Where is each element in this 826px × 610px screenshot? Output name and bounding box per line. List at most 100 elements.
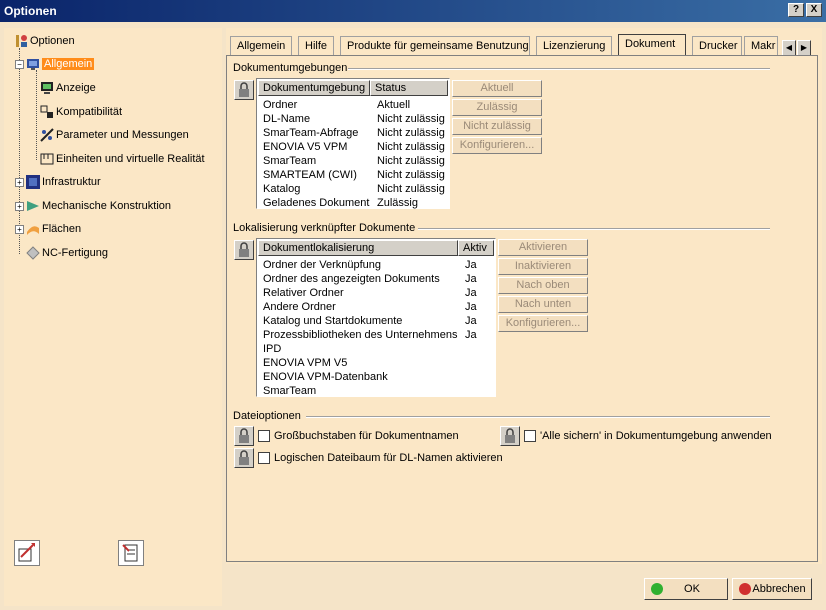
env-cell[interactable]: DL-Name — [263, 112, 310, 126]
loc-cell[interactable]: Andere Ordner — [263, 300, 336, 314]
tree-connector — [36, 70, 37, 160]
env-cell[interactable]: Katalog — [263, 182, 300, 196]
tree-label-optionen: Optionen — [30, 35, 75, 47]
tree-item-kompatibilitaet[interactable]: Kompatibilität — [40, 103, 122, 121]
loc-cell[interactable]: Ordner der Verknüpfung — [263, 258, 381, 272]
tree-item-allgemein[interactable]: Allgemein — [26, 55, 95, 73]
reset-options-button[interactable] — [14, 540, 40, 566]
expand-flaechen[interactable]: + — [15, 225, 24, 234]
move-down-button[interactable]: Nach unten — [498, 296, 588, 313]
expand-mechanische-konstruktion[interactable]: + — [15, 202, 24, 211]
activate-button[interactable]: Aktivieren — [498, 239, 588, 256]
lock-icon[interactable] — [234, 448, 254, 468]
logical-tree-label: Logischen Dateibaum für DL-Namen aktivie… — [274, 452, 503, 464]
env-cell[interactable]: Geladenes Dokument — [263, 196, 369, 210]
loc-cell[interactable]: SmarTeam — [263, 384, 316, 398]
loc-cell[interactable]: ENOVIA VPM V5 — [263, 356, 347, 370]
lock-icon[interactable] — [234, 426, 254, 446]
tab-drucker[interactable]: Drucker — [692, 36, 742, 56]
env-cell[interactable]: SmarTeam-Abfrage — [263, 126, 358, 140]
parameters-icon — [40, 128, 54, 142]
title-bar: Optionen ? X — [0, 0, 826, 22]
lock-icon[interactable] — [234, 80, 254, 100]
tab-produkte[interactable]: Produkte für gemeinsame Benutzung — [340, 36, 530, 56]
loc-cell[interactable]: Ordner des angezeigten Dokuments — [263, 272, 440, 286]
deactivate-button[interactable]: Inaktivieren — [498, 258, 588, 275]
loc-cell[interactable]: IPD — [263, 342, 281, 356]
doc-loc-list[interactable]: Dokumentlokalisierung Aktiv Ordner der V… — [256, 238, 496, 397]
status-cell[interactable]: Nicht zulässig — [377, 154, 445, 168]
status-cell[interactable]: Nicht zulässig — [377, 168, 445, 182]
uppercase-checkbox[interactable] — [258, 430, 270, 442]
loc-cell[interactable]: Katalog und Startdokumente — [263, 314, 402, 328]
close-button[interactable]: X — [806, 3, 822, 17]
tree-item-anzeige[interactable]: Anzeige — [40, 79, 96, 97]
tab-makro[interactable]: Makr — [744, 36, 778, 56]
tab-hilfe[interactable]: Hilfe — [298, 36, 334, 56]
save-all-checkbox[interactable] — [524, 430, 536, 442]
tree-label-nc-fertigung: NC-Fertigung — [42, 247, 109, 259]
tab-allgemein[interactable]: Allgemein — [230, 36, 292, 56]
set-current-button[interactable]: Aktuell — [452, 80, 542, 97]
status-cell[interactable]: Nicht zulässig — [377, 182, 445, 196]
tree-item-parameter[interactable]: Parameter und Messungen — [40, 126, 189, 144]
loc-cell[interactable]: Prozessbibliotheken des Unternehmens — [263, 328, 457, 342]
tree-item-infrastruktur[interactable]: Infrastruktur — [26, 173, 101, 191]
tab-scroll-left-icon[interactable]: ◀ — [782, 40, 796, 56]
move-up-button[interactable]: Nach oben — [498, 277, 588, 294]
env-cell[interactable]: Ordner — [263, 98, 297, 112]
tab-lizenzierung[interactable]: Lizenzierung — [536, 36, 612, 56]
env-cell[interactable]: ENOVIA V5 VPM — [263, 140, 347, 154]
tree-label-mechanische-konstruktion: Mechanische Konstruktion — [42, 200, 172, 212]
tree-item-nc-fertigung[interactable]: NC-Fertigung — [26, 244, 108, 262]
tree-item-einheiten[interactable]: Einheiten und virtuelle Realität — [40, 150, 205, 168]
status-cell[interactable]: Nicht zulässig — [377, 140, 445, 154]
col-header-loc[interactable]: Dokumentlokalisierung — [258, 240, 458, 256]
tree-item-mechanische-konstruktion[interactable]: Mechanische Konstruktion — [26, 197, 171, 215]
tab-dokument[interactable]: Dokument — [618, 34, 686, 56]
help-button[interactable]: ? — [788, 3, 804, 17]
active-cell[interactable]: Ja — [465, 300, 477, 314]
expand-infrastruktur[interactable]: + — [15, 178, 24, 187]
loc-cell[interactable]: ENOVIA VPM-Datenbank — [263, 370, 388, 384]
status-cell[interactable]: Zulässig — [377, 196, 418, 210]
tree-item-flaechen[interactable]: Flächen — [26, 220, 81, 238]
lock-icon[interactable] — [234, 240, 254, 260]
cancel-label: Abbrechen — [752, 583, 806, 595]
general-icon — [26, 57, 40, 71]
group-title-file-options: Dateioptionen — [233, 410, 301, 422]
lock-icon[interactable] — [500, 426, 520, 446]
export-options-button[interactable] — [118, 540, 144, 566]
tree-item-optionen[interactable]: Optionen — [14, 32, 75, 50]
loc-cell[interactable]: Relativer Ordner — [263, 286, 344, 300]
status-cell[interactable]: Nicht zulässig — [377, 126, 445, 140]
infrastructure-icon — [26, 175, 40, 190]
tab-scroll-right-icon[interactable]: ▶ — [797, 40, 811, 56]
options-content: Allgemein Hilfe Produkte für gemeinsame … — [226, 28, 822, 564]
group-divider — [306, 416, 770, 418]
active-cell[interactable]: Ja — [465, 286, 477, 300]
ok-button[interactable]: OK — [644, 578, 728, 600]
configure-loc-button[interactable]: Konfigurieren... — [498, 315, 588, 332]
env-cell[interactable]: SMARTEAM (CWI) — [263, 168, 357, 182]
col-header-env[interactable]: Dokumentumgebung — [258, 80, 370, 96]
set-not-allowed-button[interactable]: Nicht zulässig — [452, 118, 542, 135]
compatibility-icon — [40, 105, 54, 119]
cancel-button[interactable]: Abbrechen — [732, 578, 812, 600]
set-allowed-button[interactable]: Zulässig — [452, 99, 542, 116]
surfaces-icon — [26, 222, 40, 236]
configure-env-button[interactable]: Konfigurieren... — [452, 137, 542, 154]
logical-tree-checkbox[interactable] — [258, 452, 270, 464]
status-cell[interactable]: Nicht zulässig — [377, 112, 445, 126]
col-header-active[interactable]: Aktiv — [458, 240, 494, 256]
status-cell[interactable]: Aktuell — [377, 98, 410, 112]
doc-env-list[interactable]: Dokumentumgebung Status Ordner Aktuell D… — [256, 78, 450, 209]
active-cell[interactable]: Ja — [465, 328, 477, 342]
active-cell[interactable]: Ja — [465, 258, 477, 272]
active-cell[interactable]: Ja — [465, 314, 477, 328]
active-cell[interactable]: Ja — [465, 272, 477, 286]
col-header-status[interactable]: Status — [370, 80, 448, 96]
env-cell[interactable]: SmarTeam — [263, 154, 316, 168]
cancel-icon — [739, 583, 751, 595]
expand-allgemein[interactable]: − — [15, 60, 24, 69]
